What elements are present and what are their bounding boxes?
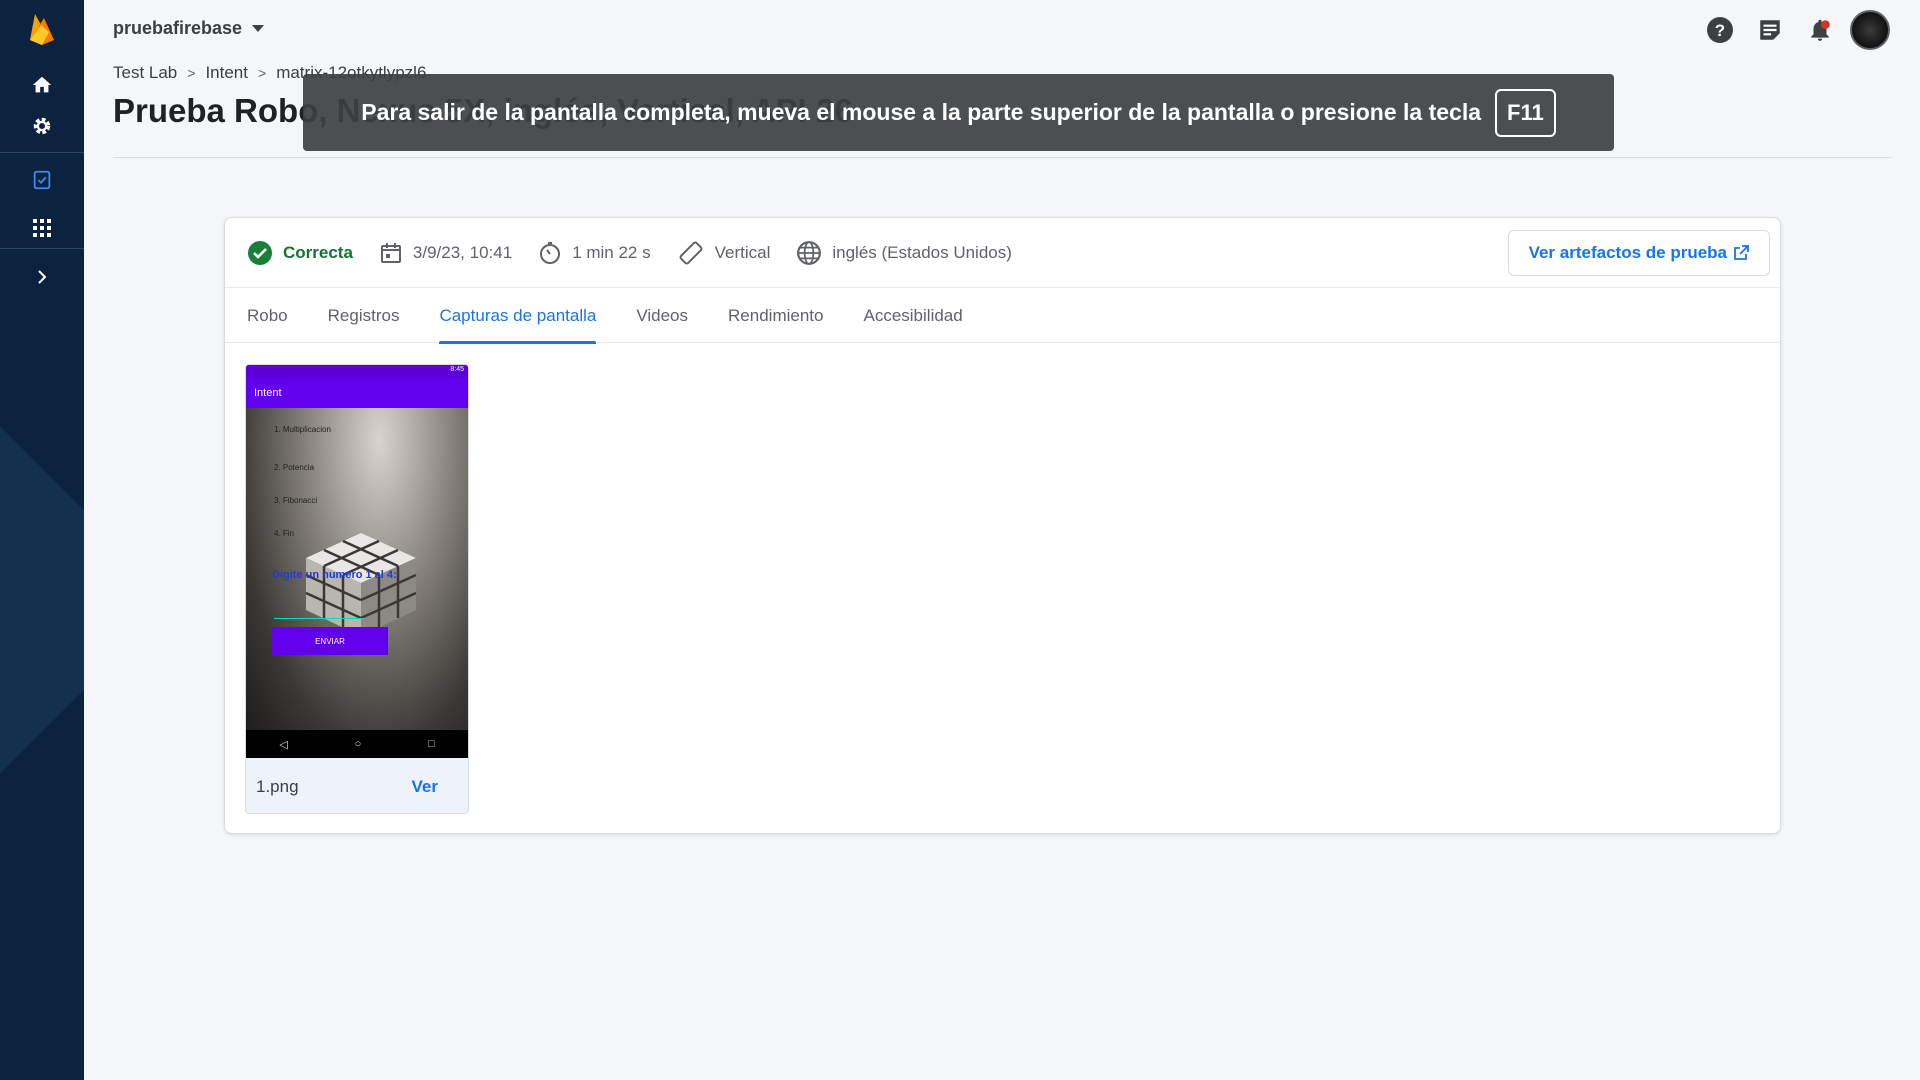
tab-accesibilidad[interactable]: Accesibilidad xyxy=(863,288,962,343)
breadcrumb-intent[interactable]: Intent xyxy=(205,63,248,83)
screenshot-thumbnail[interactable]: 8:45 Intent 1. Multiplicacion 2. Potenci… xyxy=(246,365,468,758)
timer-icon xyxy=(540,241,561,264)
tab-robo[interactable]: Robo xyxy=(247,288,288,343)
sidebar-divider xyxy=(0,152,84,153)
project-name: pruebafirebase xyxy=(113,18,243,38)
test-date-text: 3/9/23, 10:41 xyxy=(412,242,513,262)
phone-number-input xyxy=(274,601,364,619)
f11-key-badge: F11 xyxy=(1495,88,1556,137)
test-orientation-text: Vertical xyxy=(714,242,771,262)
phone-status-bar: 8:45 xyxy=(246,365,468,377)
status-badge: Correcta xyxy=(247,240,353,266)
test-orientation: Vertical xyxy=(677,239,771,267)
project-selector[interactable]: pruebafirebase xyxy=(113,18,265,39)
expand-sidebar-chevron-icon[interactable] xyxy=(22,257,62,297)
notifications-bell-icon[interactable] xyxy=(1798,8,1842,52)
screen-rotation-icon xyxy=(679,241,703,264)
chevron-right-icon: > xyxy=(258,65,267,81)
phone-menu-item: 3. Fibonacci xyxy=(274,496,318,505)
phone-status-time: 8:45 xyxy=(450,366,464,373)
phone-app-bar: Intent xyxy=(246,377,468,408)
phone-menu-item: 1. Multiplicacion xyxy=(274,425,331,434)
test-locale-text: inglés (Estados Unidos) xyxy=(832,242,1012,262)
calendar-icon xyxy=(380,242,401,263)
phone-app-body: 1. Multiplicacion 2. Potencia 3. Fibonac… xyxy=(246,408,468,730)
header-actions: ? xyxy=(1692,8,1920,52)
home-circle-icon: ○ xyxy=(354,738,362,750)
test-result-card: Correcta 3/9/23, 10:41 1 min 22 s Vertic… xyxy=(224,217,1781,834)
tab-registros[interactable]: Registros xyxy=(328,288,400,343)
sidebar-decoration xyxy=(0,416,84,784)
test-duration: 1 min 22 s xyxy=(538,241,651,265)
fullscreen-exit-toast: Para salir de la pantalla completa, muev… xyxy=(303,74,1614,151)
title-divider xyxy=(113,157,1892,158)
test-duration-text: 1 min 22 s xyxy=(572,242,651,262)
test-locale: inglés (Estados Unidos) xyxy=(796,240,1012,266)
check-circle-icon xyxy=(248,240,272,265)
fullscreen-toast-message: Para salir de la pantalla completa, muev… xyxy=(361,99,1482,125)
phone-nav-bar: ◁ ○ □ xyxy=(246,730,468,758)
status-text: Correcta xyxy=(283,242,353,262)
tab-videos[interactable]: Videos xyxy=(636,288,688,343)
test-meta-row: Correcta 3/9/23, 10:41 1 min 22 s Vertic… xyxy=(225,218,1780,288)
sidebar-divider xyxy=(0,248,84,249)
rubik-cube-image xyxy=(305,533,417,636)
home-icon[interactable] xyxy=(22,65,62,105)
screenshot-footer: 1.png Ver xyxy=(246,758,468,813)
result-tabs: Robo Registros Capturas de pantalla Vide… xyxy=(225,288,1780,344)
firebase-logo-icon[interactable] xyxy=(27,12,57,46)
test-lab-icon[interactable] xyxy=(22,160,62,200)
back-triangle-icon: ◁ xyxy=(279,738,288,751)
view-test-artifacts-button[interactable]: Ver artefactos de prueba xyxy=(1507,230,1770,276)
test-date: 3/9/23, 10:41 xyxy=(379,241,512,265)
screenshot-tile: 8:45 Intent 1. Multiplicacion 2. Potenci… xyxy=(245,364,469,814)
release-notes-icon[interactable] xyxy=(1748,8,1792,52)
all-products-grid-icon[interactable] xyxy=(22,208,62,248)
svg-text:?: ? xyxy=(1715,21,1725,40)
view-test-artifacts-label: Ver artefactos de prueba xyxy=(1528,243,1727,262)
recents-square-icon: □ xyxy=(427,738,435,750)
account-avatar[interactable] xyxy=(1850,10,1890,50)
breadcrumb-test-lab[interactable]: Test Lab xyxy=(113,63,177,83)
chevron-right-icon: > xyxy=(187,65,196,81)
globe-icon xyxy=(797,240,822,265)
chevron-down-icon xyxy=(252,25,265,32)
phone-menu-item: 4. Fin xyxy=(274,529,295,538)
tab-capturas-de-pantalla[interactable]: Capturas de pantalla xyxy=(439,288,596,344)
phone-prompt: Digite un numero 1 al 4: xyxy=(272,569,397,581)
help-icon[interactable]: ? xyxy=(1698,8,1742,52)
view-screenshot-link[interactable]: Ver xyxy=(412,777,438,797)
open-in-new-icon xyxy=(1734,245,1749,260)
screenshot-filename: 1.png xyxy=(256,776,299,796)
settings-gear-icon[interactable] xyxy=(22,106,62,146)
sidebar xyxy=(0,0,84,1080)
phone-menu-item: 2. Potencia xyxy=(274,463,315,472)
tab-rendimiento[interactable]: Rendimiento xyxy=(728,288,823,343)
phone-send-button: ENVIAR xyxy=(272,627,388,655)
